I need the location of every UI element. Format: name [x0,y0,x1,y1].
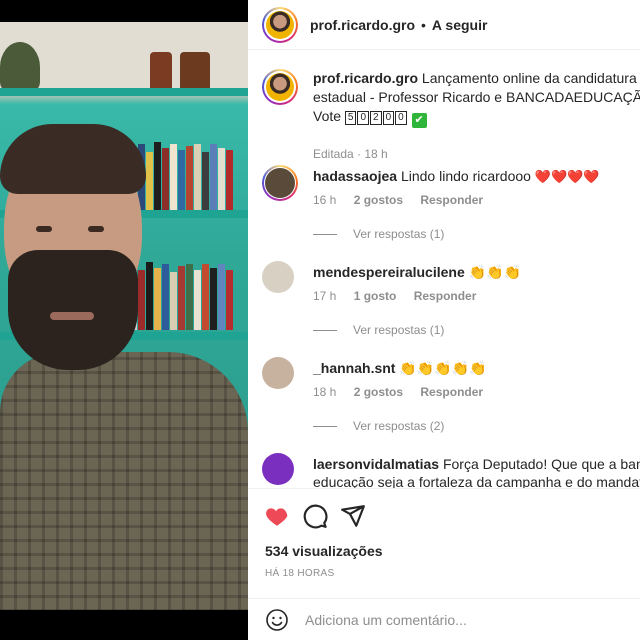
comment-username[interactable]: _hannah.snt [313,360,395,376]
caption-avatar[interactable] [262,69,298,105]
view-replies-label: Ver respostas (1) [353,323,445,337]
vote-digit: 0 [395,111,407,125]
post-panel: prof.ricardo.gro • A seguir prof.ricardo… [248,0,640,640]
vote-label: Vote [313,108,342,124]
view-replies-label: Ver respostas (1) [353,227,445,241]
commenter-avatar[interactable] [262,453,294,485]
smiley-icon[interactable] [265,608,289,632]
divider [313,329,337,331]
check-mark-icon: ✔ [411,113,427,128]
video-player[interactable] [0,0,248,640]
video-frame [0,22,248,612]
caption-edited-time: Editada · 18 h [313,147,388,161]
comment-icon[interactable] [302,503,328,529]
header-username[interactable]: prof.ricardo.gro [310,17,415,33]
view-replies-button[interactable]: Ver respostas (1) [313,323,444,337]
comments-list[interactable]: prof.ricardo.gro Lançamento online da ca… [248,51,640,488]
jar [180,52,210,92]
person-shirt [0,352,248,612]
comment-likes[interactable]: 1 gosto [354,289,397,303]
comment-likes[interactable]: 2 gostos [354,193,403,207]
shelf [0,88,248,96]
video-bottom-letterbox [0,610,248,640]
avatar-image [266,10,294,39]
caption-username[interactable]: prof.ricardo.gro [313,70,418,86]
comment-emoji: 👏👏👏👏👏 [399,360,487,376]
comment-likes[interactable]: 2 gostos [354,385,403,399]
comment-username[interactable]: mendespereiralucilene [313,264,465,280]
comment-time: 18 h [313,385,337,399]
vote-digit: 0 [382,111,395,125]
comment-input[interactable]: Adiciona um comentário... [305,612,467,628]
video-top-letterbox [0,0,248,22]
comment-time: 17 h [313,289,337,303]
heart-emoji: ❤️❤️❤️❤️ [534,169,600,184]
person-eye [36,226,52,232]
profile-avatar[interactable] [262,6,298,43]
reply-button[interactable]: Responder [414,289,477,303]
comment-username[interactable]: laersonvidalmatias [313,456,439,472]
divider [313,233,337,235]
following-button[interactable]: A seguir [432,17,488,33]
plant [0,42,40,92]
comment-username[interactable]: hadassaojea [313,168,397,184]
header-separator: • [421,16,426,33]
person-mouth [50,312,94,320]
view-replies-label: Ver respostas (2) [353,419,445,433]
view-replies-button[interactable]: Ver respostas (2) [313,419,444,433]
vote-digit: 5 [344,111,357,125]
person-eye [88,226,104,232]
comment-text: Força Deputado! Que que a bancad [442,456,640,472]
reply-button[interactable]: Responder [420,385,483,399]
post-actions: 534 visualizações HÁ 18 HORAS [248,488,640,598]
comment-text: educação seja a fortaleza da campanha e … [313,474,640,488]
avatar-image [266,73,294,101]
vote-digit: 0 [357,111,370,125]
books [130,260,233,330]
view-replies-button[interactable]: Ver respostas (1) [313,227,444,241]
person-beard [8,250,138,370]
vote-digit: 2 [370,111,382,125]
post-header: prof.ricardo.gro • A seguir [248,0,640,50]
reply-button[interactable]: Responder [420,193,483,207]
heart-filled-icon[interactable] [264,503,290,529]
avatar-image [265,168,295,198]
post-time: HÁ 18 HORAS [265,568,335,579]
caption-text: Lançamento online da candidatura a d [421,70,640,86]
commenter-avatar[interactable] [262,357,294,389]
jar [150,52,172,92]
comment-time: 16 h [313,193,337,207]
comment-emoji: 👏👏👏 [468,264,521,280]
commenter-avatar[interactable] [262,261,294,293]
view-count[interactable]: 534 visualizações [265,543,383,559]
person-hair [0,124,146,194]
caption-text: estadual - Professor Ricardo e BANCADAED… [313,89,640,105]
send-icon[interactable] [340,503,366,529]
comment-text: Lindo lindo ricardooo [400,168,531,184]
add-comment-bar: Adiciona um comentário... [248,598,640,640]
commenter-avatar[interactable] [262,165,298,201]
divider [313,425,337,427]
